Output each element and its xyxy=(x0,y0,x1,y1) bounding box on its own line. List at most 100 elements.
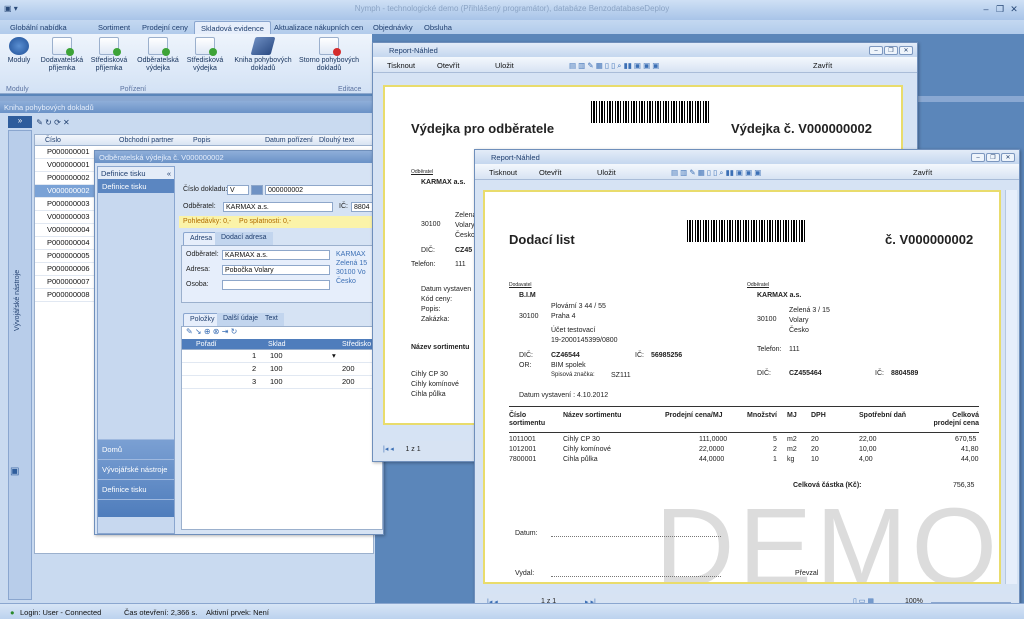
col-text[interactable]: Dlouhý text xyxy=(319,137,354,144)
report1-pager: |◂ ◂ 1 z 1 xyxy=(373,441,473,459)
dodavatelska-prijemka-button[interactable]: Dodavatelská příjemka xyxy=(38,37,86,73)
nav-vyvojarske[interactable]: Vývojářské nástroje xyxy=(98,459,174,479)
report1-toolbar: Tisknout Otevřít Uložit ▤ ▥ ✎ ▦ ▯ ▯ ⌕ ▮▮… xyxy=(373,57,917,73)
detail-window: Odběratelská výdejka č. V000000002 Defin… xyxy=(94,150,385,535)
group-moduly: Moduly xyxy=(6,86,29,93)
report2-heading: Dodací list xyxy=(509,232,575,247)
tab-polozky[interactable]: Položky xyxy=(183,313,222,326)
title-bar: Nymph - technologické demo (Přihlášený p… xyxy=(0,0,1024,20)
detail-title: Odběratelská výdejka č. V000000002 xyxy=(95,151,383,163)
strediskova-vydejka-button[interactable]: Středisková výdejka xyxy=(184,37,226,73)
print-button[interactable]: Tisknout xyxy=(387,61,415,70)
tab-text[interactable]: Text xyxy=(259,313,284,326)
table-row[interactable]: V000000003 xyxy=(35,211,95,224)
minimize-icon[interactable]: – xyxy=(980,3,992,15)
item-row[interactable]: 2 100 200 xyxy=(182,363,382,376)
bottom-nav: Domů Vývojářské nástroje Definice tisku xyxy=(98,439,174,517)
adr-osoba-select[interactable] xyxy=(222,280,330,290)
table-row[interactable]: P000000001 xyxy=(35,146,95,159)
open-button[interactable]: Otevřít xyxy=(437,61,460,70)
cislo-label: Číslo dokladu: xyxy=(183,186,228,193)
restore-icon[interactable]: ❐ xyxy=(986,153,1000,162)
group-editace: Editace xyxy=(338,86,362,93)
minimize-icon[interactable]: – xyxy=(971,153,985,162)
report-window-2: Report-Náhled – ❐ ✕ Tisknout Otevřít Uložit… xyxy=(474,149,1020,612)
adr-adresa-select[interactable]: Pobočka Volary xyxy=(222,265,330,275)
tab-obsluha[interactable]: Obsluha xyxy=(418,21,458,34)
dev-tools-strip: Vývojářské nástroje xyxy=(8,130,32,600)
expand-button[interactable]: » xyxy=(8,116,32,128)
moduly-button[interactable]: Moduly xyxy=(4,37,34,65)
toolbar-icons[interactable]: ▤ ▥ ✎ ▦ ▯ ▯ ⌕ ▮▮ ▣ ▣ ▣ xyxy=(569,61,659,71)
items-header: Pořadí Sklad Středisko xyxy=(182,339,382,350)
nav-definice-tisku[interactable]: Definice tisku xyxy=(98,179,174,193)
close-report-button[interactable]: Zavřít xyxy=(813,61,832,70)
total-label: Celková částka (Kč): xyxy=(793,482,862,489)
table-row[interactable]: P000000007 xyxy=(35,276,95,289)
tab-adresa[interactable]: Adresa xyxy=(183,232,220,245)
tab-objednavky[interactable]: Objednávky xyxy=(367,21,419,34)
save-icon[interactable]: ▣ xyxy=(10,466,24,478)
storno-dokladu-button[interactable]: Storno pohybových dokladů xyxy=(298,37,360,73)
ic-label: IČ: xyxy=(339,203,348,210)
list-toolbar: ✎ ↻ ⟳ ✕ xyxy=(34,118,70,127)
table-row[interactable]: P000000004 xyxy=(35,237,95,250)
report1-titlebar: Report-Náhled – ❐ ✕ xyxy=(373,43,917,57)
detail-nav: Definice tisku « Definice tisku Domů Vývo… xyxy=(97,166,175,534)
close-icon[interactable]: ✕ xyxy=(899,46,913,55)
cancel-document-icon xyxy=(319,37,341,56)
tab-dodaci-adresa[interactable]: Dodací adresa xyxy=(215,232,273,245)
kniha-dokladu-button[interactable]: Kniha pohybových dokladů xyxy=(232,37,294,73)
save-button[interactable]: Uložit xyxy=(495,61,514,70)
adr-odberatel-select[interactable]: KARMAX a.s. xyxy=(222,250,330,260)
toolbar-icons[interactable]: ▤ ▥ ✎ ▦ ▯ ▯ ⌕ ▮▮ ▣ ▣ ▣ xyxy=(671,168,761,178)
pohledavky-bar: Pohledávky: 0,- Po splatnosti: 0,- xyxy=(179,216,385,228)
tab-dalsi-udaje[interactable]: Další údaje xyxy=(217,313,265,326)
close-icon[interactable]: ✕ xyxy=(1001,153,1015,162)
nav-domu[interactable]: Domů xyxy=(98,439,174,459)
strediskova-prijemka-button[interactable]: Středisková příjemka xyxy=(88,37,130,73)
dev-tools-label: Vývojářské nástroje xyxy=(14,269,21,331)
table-row[interactable]: V000000001 xyxy=(35,159,95,172)
save-button[interactable]: Uložit xyxy=(597,168,616,177)
cislo-prefix[interactable]: V xyxy=(227,185,249,195)
table-row[interactable]: V000000004 xyxy=(35,224,95,237)
table-row[interactable]: P000000002 xyxy=(35,172,95,185)
demo-watermark: DEMO xyxy=(655,486,1001,584)
item-row[interactable]: 3 100 200 xyxy=(182,376,382,389)
detail-form: Číslo dokladu: V 000000002 Odběratel: KA… xyxy=(179,166,385,534)
col-popis[interactable]: Popis xyxy=(193,137,211,144)
window-title: Nymph - technologické demo (Přihlášený p… xyxy=(354,4,670,13)
print-button[interactable]: Tisknout xyxy=(489,168,517,177)
col-partner[interactable]: Obchodní partner xyxy=(119,137,173,144)
table-row[interactable]: P000000005 xyxy=(35,250,95,263)
prefix-dropdown[interactable] xyxy=(251,185,263,195)
close-icon[interactable]: ✕ xyxy=(1008,3,1020,15)
item-row[interactable]: 1 100 ▾ xyxy=(182,350,382,363)
tab-skladova-evidence[interactable]: Skladová evidence xyxy=(194,21,271,34)
app-menu-icon[interactable]: ▣ ▾ xyxy=(4,4,18,13)
tab-prodejni-ceny[interactable]: Prodejní ceny xyxy=(136,21,194,34)
tab-globalni-nabidka[interactable]: Globální nabídka xyxy=(4,21,73,34)
report2-scrollbar[interactable] xyxy=(1005,190,1017,584)
col-cislo[interactable]: Číslo xyxy=(45,137,61,144)
col-datum[interactable]: Datum pořízení xyxy=(265,137,313,144)
status-prvek: Aktivní prvek: Není xyxy=(206,608,269,617)
nav-definice[interactable]: Definice tisku xyxy=(98,479,174,499)
table-row[interactable]: P000000008 xyxy=(35,289,95,302)
odberatelska-vydejka-button[interactable]: Odběratelská výdejka xyxy=(134,37,182,73)
restore-icon[interactable]: ❐ xyxy=(994,3,1006,15)
open-button[interactable]: Otevřít xyxy=(539,168,562,177)
cislo-input[interactable]: 000000002 xyxy=(265,185,385,195)
tab-sortiment[interactable]: Sortiment xyxy=(92,21,136,34)
restore-icon[interactable]: ❐ xyxy=(884,46,898,55)
minimize-icon[interactable]: – xyxy=(869,46,883,55)
tab-aktualizace[interactable]: Aktualizace nákupních cen xyxy=(268,21,369,34)
table-row[interactable]: P000000006 xyxy=(35,263,95,276)
address-preview: KARMAX Zelená 15 30100 Vo Česko xyxy=(336,251,368,285)
nav-more[interactable] xyxy=(98,499,174,517)
odberatel-select[interactable]: KARMAX a.s. xyxy=(223,202,333,212)
table-row-selected[interactable]: V000000002 xyxy=(35,185,95,198)
table-row[interactable]: P000000003 xyxy=(35,198,95,211)
close-report-button[interactable]: Zavřít xyxy=(913,168,932,177)
